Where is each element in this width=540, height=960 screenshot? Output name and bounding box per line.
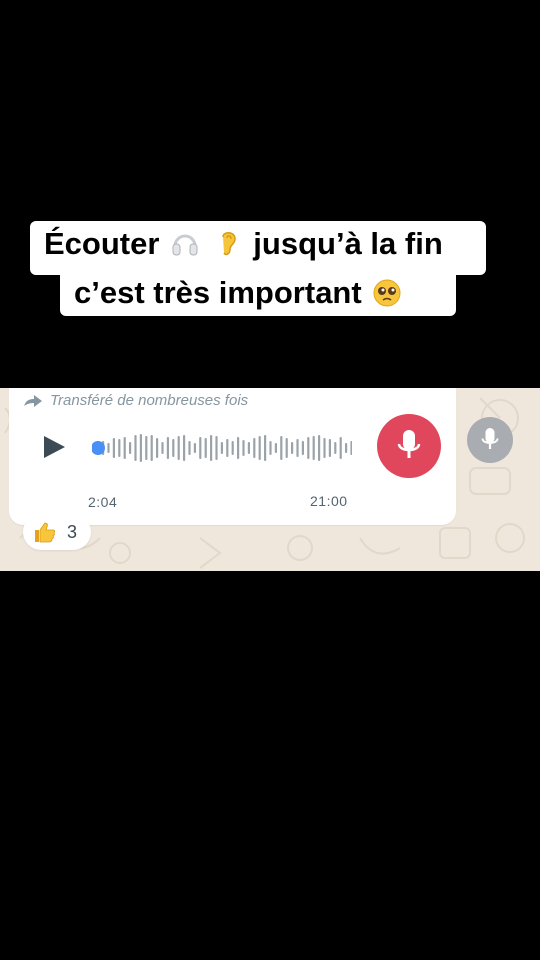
ear-icon <box>221 232 236 256</box>
mic-button[interactable] <box>467 417 513 463</box>
waveform-bar <box>350 441 352 455</box>
waveform-bar <box>323 438 326 458</box>
waveform-bar <box>134 435 137 461</box>
waveform-bar <box>312 436 315 460</box>
waveform-bar <box>129 442 132 454</box>
waveform-bar <box>215 436 218 460</box>
waveform-bar <box>199 437 202 459</box>
waveform-bar <box>156 438 159 458</box>
waveform-bar <box>264 435 267 461</box>
waveform-bar <box>204 438 207 458</box>
waveform-bar <box>220 442 223 454</box>
caption-text-ecouter: Écouter <box>44 226 160 261</box>
message-timestamp: 21:00 <box>310 493 348 509</box>
waveform-bar <box>328 439 331 457</box>
waveform-bar <box>188 441 191 455</box>
caption-line-2: c’est très important <box>60 270 456 316</box>
forwarded-label: Transféré de nombreuses fois <box>23 392 248 409</box>
thumbs-up-icon <box>35 522 56 543</box>
waveform-bar <box>145 436 148 460</box>
waveform-bar <box>210 435 213 461</box>
waveform-bar <box>193 443 196 453</box>
waveform-bar <box>112 438 115 458</box>
waveform-bar <box>118 439 121 457</box>
waveform-bar <box>307 437 310 459</box>
waveform-bar <box>296 439 299 457</box>
waveform-bar <box>291 442 294 454</box>
waveform-bar <box>231 441 234 455</box>
voice-message-bubble[interactable]: Transféré de nombreuses fois 2:04 21:00 <box>9 388 456 525</box>
waveform-bar <box>242 440 245 456</box>
waveform-bar <box>247 442 250 454</box>
waveform-bar <box>280 436 283 460</box>
voice-duration: 2:04 <box>88 494 118 510</box>
waveform-bar <box>123 437 126 459</box>
voice-waveform[interactable] <box>92 432 352 464</box>
record-button[interactable] <box>377 414 441 478</box>
caption-line-1: Écouter jusqu’à la fin <box>30 221 486 275</box>
waveform-bar <box>150 435 153 461</box>
reaction-count: 3 <box>67 521 78 542</box>
waveform-bar <box>161 442 164 454</box>
headphones-icon <box>172 234 198 256</box>
reaction-badge[interactable]: 3 <box>23 514 91 550</box>
caption-text-fin: jusqu’à la fin <box>253 226 443 261</box>
waveform-bar <box>237 437 240 459</box>
waveform-bar <box>339 437 342 459</box>
waveform-bar <box>285 438 288 458</box>
waveform-bar <box>226 439 229 457</box>
pleading-face-icon <box>373 279 401 307</box>
waveform-bar <box>172 439 175 457</box>
waveform-bar <box>107 443 110 453</box>
microphone-icon <box>397 430 421 458</box>
waveform-bar <box>274 443 277 453</box>
waveform-bar <box>258 436 261 460</box>
forwarded-text: Transféré de nombreuses fois <box>50 392 249 409</box>
waveform-bar <box>253 438 256 458</box>
waveform-bar <box>177 436 180 460</box>
waveform-bar <box>139 434 142 462</box>
microphone-icon <box>481 428 499 449</box>
waveform-bar <box>334 442 337 454</box>
waveform-bar <box>183 435 186 461</box>
waveform-bar <box>345 443 348 453</box>
waveform-bar <box>166 437 169 459</box>
forward-icon <box>24 394 42 407</box>
waveform-bar <box>269 441 272 455</box>
waveform-bar <box>318 435 321 461</box>
caption-text-important: c’est très important <box>74 275 362 310</box>
waveform-bar <box>301 441 304 455</box>
play-icon[interactable] <box>41 434 67 460</box>
